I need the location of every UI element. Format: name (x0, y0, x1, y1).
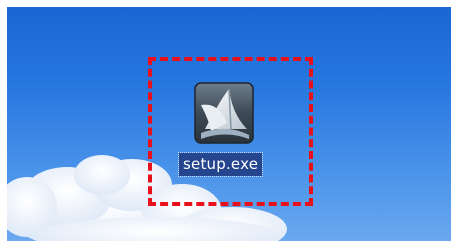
screenshot-frame: setup.exe (0, 0, 455, 245)
highlight-dashed-box (148, 57, 313, 206)
desktop-background: setup.exe (7, 7, 451, 241)
